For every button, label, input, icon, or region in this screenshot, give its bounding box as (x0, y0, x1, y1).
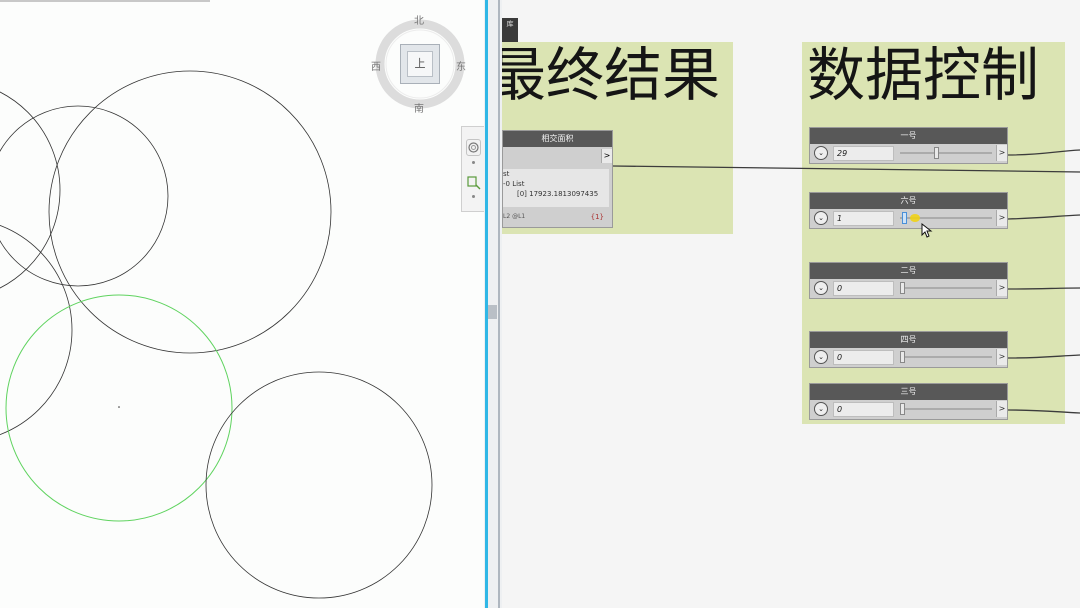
slider-node-1[interactable]: 一号 ⌄ 29 > (809, 127, 1008, 164)
slider-output-port[interactable]: > (996, 280, 1007, 296)
slider-node-4[interactable]: 四号 ⌄ 0 > (809, 331, 1008, 368)
slider-thumb[interactable] (900, 403, 905, 415)
slider-node-title[interactable]: 六号 (810, 193, 1007, 209)
slider-output-port[interactable]: > (996, 349, 1007, 365)
chevron-down-icon[interactable]: ⌄ (814, 146, 828, 160)
slider-track[interactable] (900, 408, 992, 410)
watch-node-preview: st -0 List [0] 17923.1813097435 (503, 169, 609, 207)
slider-node-2[interactable]: 二号 ⌄ 0 > (809, 262, 1008, 299)
background-preview[interactable]: 上 北 南 东 西 (0, 0, 484, 608)
watch-line-1: st (503, 170, 510, 178)
circle-4 (48, 70, 332, 354)
slider-output-port[interactable]: > (996, 401, 1007, 417)
watch-node-title[interactable]: 相交面积 (503, 131, 612, 147)
slider-track[interactable] (900, 356, 992, 358)
slider-thumb[interactable] (934, 147, 940, 159)
compass-west[interactable]: 西 (371, 58, 381, 73)
watch-node-levels: L2 @L1 (503, 213, 526, 220)
slider-thumb[interactable] (900, 351, 905, 363)
slider-node-6[interactable]: 六号 ⌄ 1 > (809, 192, 1008, 229)
compass-north[interactable]: 北 (414, 12, 424, 27)
circle-3 (0, 105, 169, 287)
slider-thumb[interactable] (901, 212, 907, 224)
nav-dropdown-1[interactable] (472, 161, 475, 164)
slider-value-field[interactable]: 1 (833, 210, 894, 226)
slider-value-field[interactable]: 29 (833, 145, 894, 161)
highlight-dot (910, 214, 920, 222)
splitter-grip[interactable] (488, 305, 497, 319)
chevron-down-icon[interactable]: ⌄ (814, 211, 828, 225)
splitter-edge (498, 0, 500, 608)
center-point (118, 406, 120, 408)
viewcube[interactable]: 上 北 南 东 西 (371, 16, 466, 115)
slider-output-port[interactable]: > (996, 210, 1007, 226)
node-canvas[interactable]: 库 最终结果 数据控制 相交面积 > st -0 List [0] 17923.… (502, 0, 1080, 608)
orbit-icon[interactable] (466, 139, 481, 156)
slider-node-3[interactable]: 三号 ⌄ 0 > (809, 383, 1008, 420)
slider-value-field[interactable]: 0 (833, 280, 894, 296)
circle-2 (0, 224, 73, 436)
slider-track[interactable] (900, 287, 992, 289)
group-title-control[interactable]: 数据控制 (807, 46, 1039, 104)
slider-value-field[interactable]: 0 (833, 349, 894, 365)
watch-node-count: {1} (590, 213, 604, 221)
chevron-down-icon[interactable]: ⌄ (814, 281, 828, 295)
group-title-result[interactable]: 最终结果 (502, 46, 720, 104)
chevron-down-icon[interactable]: ⌄ (814, 350, 828, 364)
chevron-down-icon[interactable]: ⌄ (814, 402, 828, 416)
splitter-accent (485, 0, 488, 608)
watch-node[interactable]: 相交面积 > st -0 List [0] 17923.1813097435 L… (502, 130, 613, 228)
circle-6 (205, 371, 433, 599)
viewcube-face-top[interactable]: 上 (400, 44, 440, 84)
slider-value-field[interactable]: 0 (833, 401, 894, 417)
navigation-bar (461, 126, 484, 212)
watch-line-2: -0 List (503, 180, 525, 188)
slider-thumb[interactable] (900, 282, 905, 294)
slider-output-port[interactable]: > (996, 145, 1007, 161)
viewcube-face-label: 上 (407, 51, 433, 77)
slider-node-title[interactable]: 一号 (810, 128, 1007, 144)
watch-line-3: [0] 17923.1813097435 (517, 190, 599, 198)
slider-node-title[interactable]: 四号 (810, 332, 1007, 348)
watch-node-output-port[interactable]: > (601, 149, 612, 163)
compass-south[interactable]: 南 (414, 100, 424, 115)
compass-east[interactable]: 东 (456, 58, 466, 73)
nav-dropdown-2[interactable] (472, 195, 475, 198)
library-tab-label: 库 (506, 20, 514, 28)
slider-node-title[interactable]: 三号 (810, 384, 1007, 400)
cursor-icon (921, 223, 933, 238)
zoom-extents-icon[interactable] (467, 175, 481, 190)
slider-track[interactable] (900, 152, 992, 154)
slider-node-title[interactable]: 二号 (810, 263, 1007, 279)
pane-splitter[interactable] (484, 0, 502, 608)
